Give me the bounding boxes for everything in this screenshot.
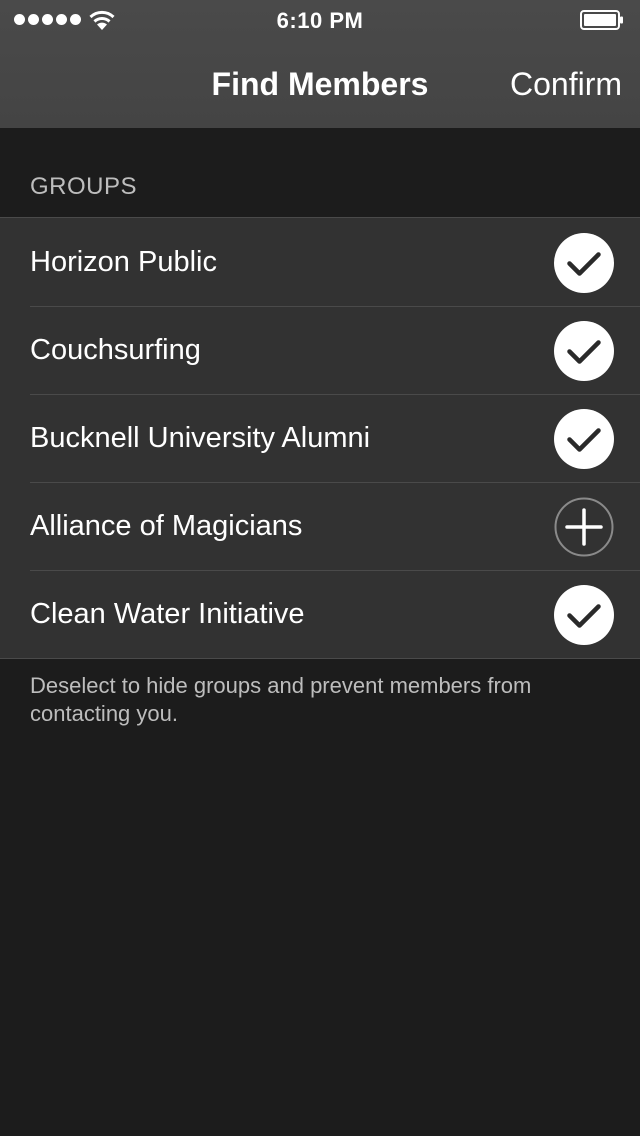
group-name: Bucknell University Alumni (30, 422, 371, 454)
group-name: Alliance of Magicians (30, 510, 303, 542)
group-name: Couchsurfing (30, 334, 201, 366)
confirm-button[interactable]: Confirm (510, 62, 622, 106)
checkmark-circle-icon[interactable] (554, 233, 614, 293)
group-row[interactable]: Clean Water Initiative (0, 570, 640, 658)
groups-list: Horizon Public Couchsurfing Bucknell Uni… (0, 217, 640, 659)
group-name: Clean Water Initiative (30, 598, 305, 630)
status-bar: 6:10 PM (0, 0, 640, 40)
groups-footer-note: Deselect to hide groups and prevent memb… (30, 673, 532, 726)
group-row[interactable]: Couchsurfing (0, 306, 640, 394)
battery-icon (580, 10, 623, 30)
status-time: 6:10 PM (276, 8, 364, 33)
checkmark-circle-icon[interactable] (554, 409, 614, 469)
group-row[interactable]: Alliance of Magicians (0, 482, 640, 570)
group-row[interactable]: Bucknell University Alumni (0, 394, 640, 482)
navigation-header: 6:10 PM Find Members Confirm (0, 0, 640, 128)
plus-circle-icon[interactable] (554, 497, 614, 557)
group-name: Horizon Public (30, 246, 217, 278)
checkmark-circle-icon[interactable] (554, 321, 614, 381)
group-row[interactable]: Horizon Public (0, 218, 640, 306)
checkmark-circle-icon[interactable] (554, 585, 614, 645)
section-header-groups: GROUPS (30, 173, 138, 200)
